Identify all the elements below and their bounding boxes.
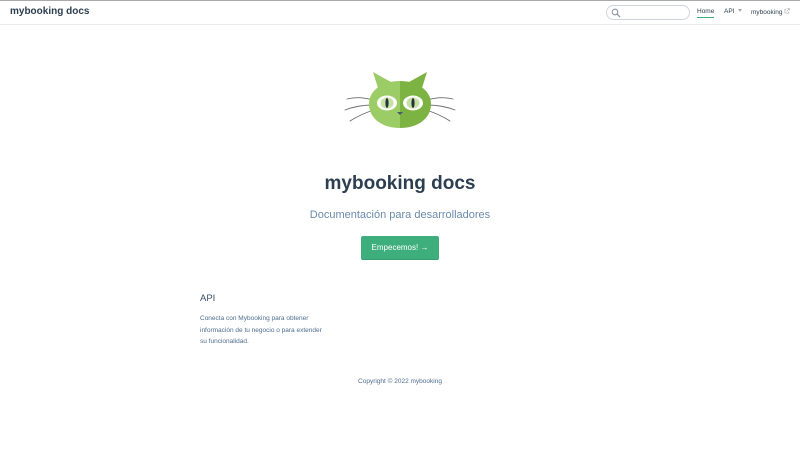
chevron-down-icon [738, 9, 743, 12]
nav-item-home[interactable]: Home [697, 8, 715, 18]
hero-description: Documentación para desarrolladores [309, 209, 491, 221]
search-box[interactable] [606, 5, 690, 20]
nav-item-mybooking[interactable]: mybooking [751, 8, 791, 16]
search-icon [611, 8, 621, 18]
feature-title: API [200, 293, 216, 304]
get-started-button[interactable]: Empecemos! → [361, 236, 439, 260]
nav-item-api[interactable]: API [724, 8, 743, 15]
feature-details: Conecta con Mybooking para obtener infor… [200, 315, 322, 345]
page: mybooking docs Home API mybooking mybook… [0, 0, 800, 450]
search-input[interactable] [623, 7, 685, 18]
cat-logo-icon [344, 72, 456, 128]
footer-copyright: Copyright © 2022 mybooking [358, 378, 442, 385]
nav-item-mybooking-label: mybooking [751, 9, 783, 16]
external-link-icon [785, 8, 791, 14]
nav-item-api-label: API [724, 8, 735, 15]
navbar: mybooking docs Home API mybooking [0, 0, 800, 25]
hero-title: mybooking docs [324, 173, 476, 194]
site-name-link[interactable]: mybooking docs [10, 6, 89, 17]
